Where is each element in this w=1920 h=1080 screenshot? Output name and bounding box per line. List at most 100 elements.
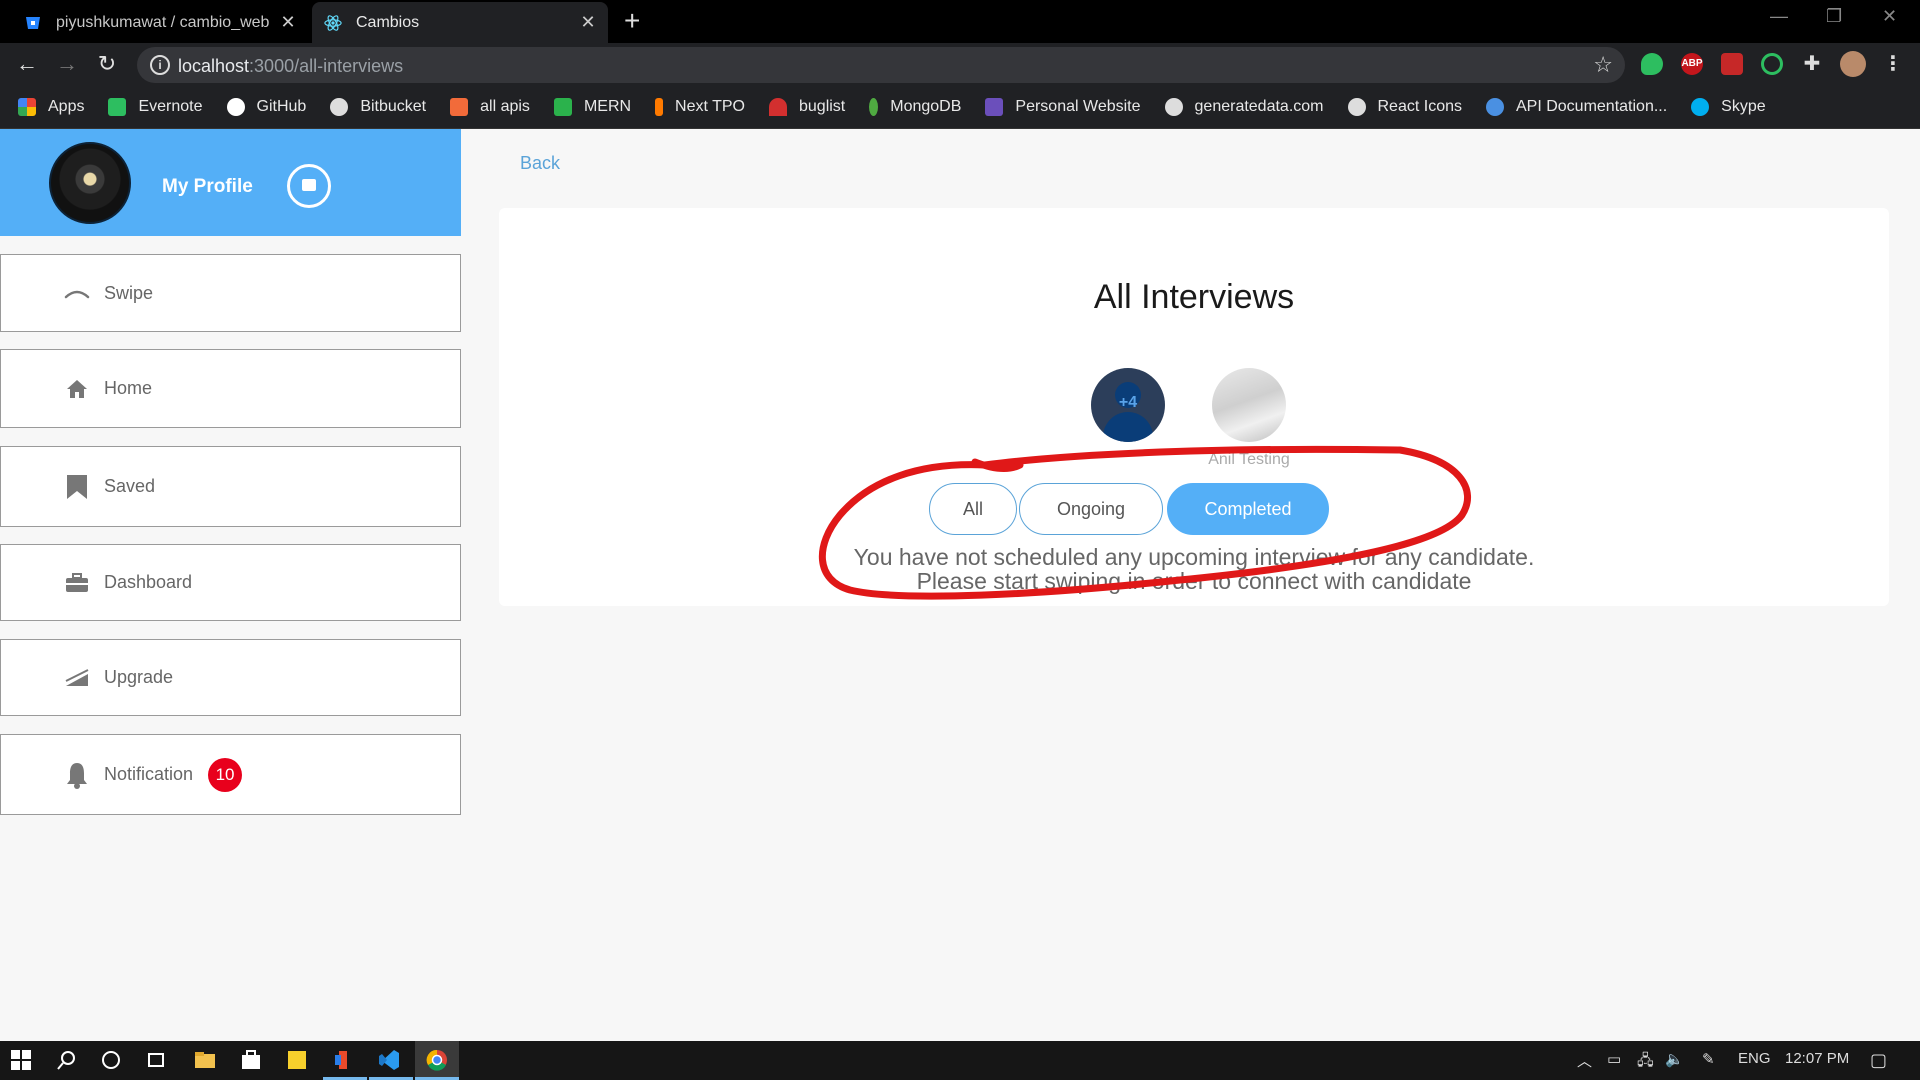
profile-header: My Profile (0, 129, 461, 236)
sidebar-item-saved[interactable]: Saved (0, 446, 461, 527)
reload-icon[interactable]: ↻ (93, 50, 121, 78)
close-window-icon[interactable]: ✕ (1882, 6, 1897, 27)
sidebar-item-label: Saved (104, 476, 156, 496)
notification-count-badge: 10 (208, 757, 243, 792)
api-doc-icon (1485, 98, 1504, 116)
interviews-card: All Interviews +4 Anil Testing All Ongoi… (499, 208, 1889, 606)
clock[interactable]: 12:07 PM (1785, 1050, 1849, 1067)
pen-icon[interactable]: ✎ (1702, 1050, 1715, 1068)
sidebar-item-swipe[interactable]: Swipe (0, 254, 461, 332)
task-view-icon[interactable] (145, 1049, 167, 1071)
candidate-avatar-group[interactable]: +4 (1091, 368, 1165, 442)
react-icon (324, 14, 342, 32)
filter-all-button[interactable]: All (929, 483, 1017, 535)
skype-icon (1691, 98, 1710, 116)
more-menu-icon[interactable]: ⋮ (1882, 53, 1904, 75)
browser-toolbar: ← → ↻ i localhost:3000/all-interviews ☆ … (0, 43, 1920, 86)
language-indicator[interactable]: ENG (1738, 1050, 1771, 1067)
swipe-icon (64, 280, 90, 306)
my-profile-link[interactable]: My Profile (162, 176, 253, 198)
volume-icon[interactable]: 🔈 (1665, 1050, 1684, 1068)
extensions-puzzle-icon[interactable]: ✚ (1801, 53, 1823, 75)
bookmark-api-documentation[interactable]: API Documentation... (1485, 98, 1667, 116)
network-icon[interactable]: 🖧 (1637, 1050, 1654, 1075)
sidebar-item-dashboard[interactable]: Dashboard (0, 544, 461, 621)
forward-arrow-icon[interactable]: → (53, 50, 81, 78)
close-tab-icon[interactable]: ✕ (280, 12, 296, 33)
sticky-notes-icon[interactable] (286, 1049, 308, 1071)
chat-icon[interactable] (287, 164, 331, 208)
bookmark-skype[interactable]: Skype (1691, 98, 1766, 116)
sidebar-item-upgrade[interactable]: Upgrade (0, 639, 461, 716)
store-icon[interactable] (240, 1049, 262, 1071)
sidebar-item-label: Swipe (104, 282, 154, 303)
sidebar-item-label: Upgrade (104, 667, 174, 687)
search-icon[interactable] (56, 1049, 78, 1071)
user-avatar[interactable] (1840, 51, 1866, 77)
back-link[interactable]: Back (520, 153, 560, 174)
bookmark-personal-website[interactable]: Personal Website (985, 98, 1141, 116)
extension-green-circle-icon[interactable] (1761, 53, 1783, 75)
mongodb-icon (869, 98, 879, 116)
site-info-icon[interactable]: i (150, 55, 170, 75)
app-pinned-icon[interactable] (332, 1049, 354, 1071)
bell-icon (64, 762, 90, 789)
bookmark-mongodb[interactable]: MongoDB (869, 98, 961, 116)
globe-icon (1164, 98, 1183, 116)
cortana-icon[interactable] (100, 1049, 122, 1071)
bookmark-evernote[interactable]: Evernote (108, 98, 203, 116)
bookmark-star-icon[interactable]: ☆ (1593, 52, 1613, 78)
minimize-icon[interactable]: — (1770, 6, 1788, 27)
restore-icon[interactable]: ❐ (1826, 6, 1842, 27)
windows-start-icon[interactable] (10, 1049, 32, 1071)
address-bar[interactable]: i localhost:3000/all-interviews ☆ (137, 47, 1625, 83)
candidate-avatar[interactable] (1212, 368, 1286, 442)
apps-grid-icon (18, 98, 36, 116)
browser-tab-bitbucket[interactable]: piyushkumawat / cambio_web — ✕ (12, 2, 308, 43)
bookmark-next-tpo[interactable]: Next TPO (655, 98, 745, 116)
all-apis-icon (450, 98, 469, 116)
bookmark-bitbucket[interactable]: Bitbucket (330, 98, 426, 116)
browser-tab-cambios[interactable]: Cambios ✕ (312, 2, 608, 43)
bookmarks-bar: Apps Evernote GitHub Bitbucket all apis … (0, 86, 1920, 129)
filter-ongoing-button[interactable]: Ongoing (1019, 483, 1163, 535)
globe-icon (1347, 98, 1366, 116)
bookmark-buglist[interactable]: buglist (769, 98, 845, 116)
vscode-icon[interactable] (378, 1049, 400, 1071)
browser-tab-strip: piyushkumawat / cambio_web — ✕ Cambios ✕… (0, 0, 1920, 43)
show-hidden-icons-icon[interactable]: ︿ (1577, 1050, 1592, 1071)
adblock-plus-icon[interactable]: ABP (1681, 53, 1703, 75)
chrome-icon[interactable] (426, 1049, 448, 1071)
bookmark-apps[interactable]: Apps (18, 98, 84, 116)
bookmark-mern[interactable]: MERN (553, 98, 631, 116)
candidate-name: Anil Testing (1208, 451, 1290, 468)
bookmark-generatedata[interactable]: generatedata.com (1164, 98, 1324, 116)
back-arrow-icon[interactable]: ← (13, 50, 41, 78)
tab-title: Cambios (356, 13, 420, 31)
action-center-icon[interactable]: ▢ (1870, 1050, 1887, 1071)
personal-website-icon (985, 98, 1004, 116)
sidebar-item-label: Notification (104, 764, 194, 784)
sidebar-item-label: Home (104, 378, 153, 398)
github-icon (226, 98, 245, 116)
sidebar-item-home[interactable]: Home (0, 349, 461, 428)
evernote-extension-icon[interactable] (1641, 53, 1663, 75)
globe-icon (330, 98, 349, 116)
bookmark-react-icons[interactable]: React Icons (1347, 98, 1462, 116)
sidebar-item-notification[interactable]: Notification 10 (0, 734, 461, 815)
new-tab-button[interactable]: + (624, 6, 640, 36)
windows-taskbar: ︿ ▭ 🖧 🔈 ✎ ENG 12:07 PM ▢ (0, 1041, 1920, 1080)
mern-icon (553, 98, 572, 116)
url-host: localhost (178, 56, 250, 76)
empty-state-message: You have not scheduled any upcoming inte… (499, 545, 1889, 593)
file-explorer-icon[interactable] (194, 1049, 216, 1071)
battery-icon[interactable]: ▭ (1607, 1050, 1621, 1068)
avatar[interactable] (49, 142, 131, 224)
filter-completed-button[interactable]: Completed (1167, 483, 1329, 535)
bookmark-github[interactable]: GitHub (226, 98, 306, 116)
sidebar-item-label: Dashboard (104, 572, 193, 592)
bookmark-all-apis[interactable]: all apis (450, 98, 530, 116)
extension-red-icon[interactable] (1721, 53, 1743, 75)
close-tab-icon[interactable]: ✕ (580, 12, 596, 33)
upgrade-icon (64, 665, 90, 691)
